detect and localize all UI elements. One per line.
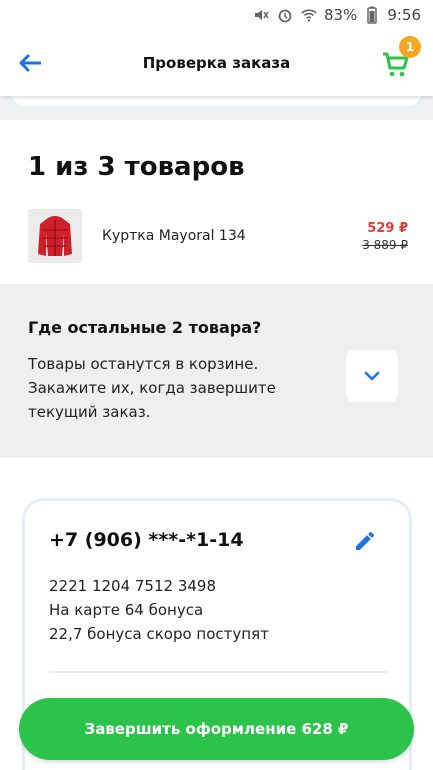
remaining-items-title: Где остальные 2 товара? [28,318,262,337]
chevron-down-icon [364,371,380,381]
cart-button[interactable]: 1 [381,36,421,78]
cart-count-badge: 1 [399,36,421,58]
expand-remaining-button[interactable] [346,350,398,402]
phone-number: +7 (906) ***-*1-14 [49,529,244,551]
pencil-icon [356,531,374,550]
order-review-content: 1 из 3 товаров Куртка Mayoral 134 529 ₽ … [0,96,433,770]
status-time: 9:56 [387,6,421,24]
remaining-items-text: Товары останутся в корзине. Закажите их,… [28,352,298,424]
remaining-items-line-3: текущий заказ. [28,403,151,421]
edit-phone-button[interactable] [351,527,379,555]
divider [49,671,387,673]
status-bar: 83% 9:56 [0,0,433,30]
price-old: 3 889 ₽ [362,237,408,252]
back-button[interactable] [14,48,46,78]
complete-checkout-button[interactable]: Завершить оформление 628 ₽ [19,698,414,760]
mute-icon [252,6,270,24]
product-row[interactable]: Куртка Mayoral 134 529 ₽ 3 889 ₽ [28,209,408,263]
product-name: Куртка Mayoral 134 [102,228,246,244]
price-current: 529 ₽ [367,220,408,236]
remaining-items-line-1: Товары останутся в корзине. [28,355,259,373]
alarm-icon [276,6,294,24]
battery-icon [363,6,381,24]
app-bar: Проверка заказа 1 [0,30,433,96]
wifi-icon [300,6,318,24]
remaining-items-info: Где остальные 2 товара? Товары останутся… [0,284,433,458]
product-price: 529 ₽ 3 889 ₽ [362,221,408,252]
bonus-balance: На карте 64 бонуса [49,601,204,619]
items-count-title: 1 из 3 товаров [28,152,245,182]
battery-percent: 83% [323,6,358,24]
page-title: Проверка заказа [142,54,291,72]
items-section: 1 из 3 товаров Куртка Mayoral 134 529 ₽ … [0,120,433,284]
loyalty-card-number: 2221 1204 7512 3498 [49,577,216,595]
bonus-pending: 22,7 бонуса скоро поступят [49,625,269,643]
previous-card-edge [10,96,423,108]
arrow-left-icon [19,54,41,72]
jacket-icon [38,216,72,256]
product-image [28,209,82,263]
remaining-items-line-2: Закажите их, когда завершите [28,379,276,397]
